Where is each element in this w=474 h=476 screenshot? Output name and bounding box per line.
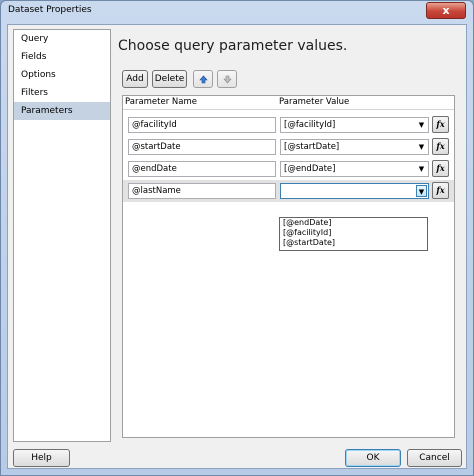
ok-button[interactable]: OK <box>345 449 401 467</box>
grid-header: Parameter Name Parameter Value <box>123 96 454 110</box>
dropdown-option[interactable]: [@startDate] <box>280 238 427 248</box>
chevron-down-icon[interactable]: ▼ <box>416 119 427 131</box>
parameter-name-field[interactable]: @facilityId <box>128 117 276 133</box>
parameter-name-field[interactable]: @lastName <box>128 183 276 199</box>
delete-button[interactable]: Delete <box>152 70 187 88</box>
arrow-up-icon <box>199 75 208 84</box>
table-row: @startDate [@startDate] ▼ fx <box>123 136 454 158</box>
table-row: @endDate [@endDate] ▼ fx <box>123 158 454 180</box>
table-row: @facilityId [@facilityId] ▼ fx <box>123 114 454 136</box>
move-down-button[interactable] <box>217 70 237 88</box>
window-title: Dataset Properties <box>8 5 92 15</box>
parameter-value-text: [@startDate] <box>284 142 340 152</box>
parameter-value-text: [@facilityId] <box>284 120 336 130</box>
dropdown-option[interactable]: [@facilityId] <box>280 228 427 238</box>
expression-button[interactable]: fx <box>432 182 449 199</box>
parameter-value-combo[interactable]: [@startDate] ▼ <box>280 139 429 155</box>
sidebar-item-fields[interactable]: Fields <box>14 48 110 66</box>
parameter-name-field[interactable]: @startDate <box>128 139 276 155</box>
chevron-down-icon[interactable]: ▼ <box>416 185 427 197</box>
sidebar-item-options[interactable]: Options <box>14 66 110 84</box>
column-header-name: Parameter Name <box>125 97 198 107</box>
expression-button[interactable]: fx <box>432 160 449 177</box>
parameter-name-field[interactable]: @endDate <box>128 161 276 177</box>
chevron-down-icon[interactable]: ▼ <box>416 163 427 175</box>
table-row-active: @lastName ▼ fx <box>123 180 454 202</box>
arrow-down-icon <box>223 75 232 84</box>
move-up-button[interactable] <box>193 70 213 88</box>
expression-button[interactable]: fx <box>432 138 449 155</box>
dialog-body: Query Fields Options Filters Parameters … <box>7 24 467 469</box>
parameter-value-text: [@endDate] <box>284 164 336 174</box>
sidebar-item-query[interactable]: Query <box>14 30 110 48</box>
add-button[interactable]: Add <box>122 70 148 88</box>
help-button[interactable]: Help <box>13 449 70 467</box>
column-header-value: Parameter Value <box>279 97 350 107</box>
chevron-down-icon[interactable]: ▼ <box>416 141 427 153</box>
sidebar: Query Fields Options Filters Parameters <box>13 29 111 442</box>
title-bar[interactable]: Dataset Properties x <box>1 1 473 23</box>
page-title: Choose query parameter values. <box>118 38 348 54</box>
close-button[interactable]: x <box>426 2 466 19</box>
sidebar-item-parameters[interactable]: Parameters <box>14 102 110 120</box>
sidebar-item-filters[interactable]: Filters <box>14 84 110 102</box>
parameter-value-combo[interactable]: [@facilityId] ▼ <box>280 117 429 133</box>
expression-button[interactable]: fx <box>432 116 449 133</box>
parameter-value-combo[interactable]: [@endDate] ▼ <box>280 161 429 177</box>
cancel-button[interactable]: Cancel <box>407 449 462 467</box>
dialog-window: Dataset Properties x Query Fields Option… <box>0 0 474 476</box>
parameters-grid: Parameter Name Parameter Value @facility… <box>122 95 455 438</box>
parameter-value-combo[interactable]: ▼ <box>280 183 429 199</box>
dropdown-option[interactable]: [@endDate] <box>280 218 427 228</box>
parameter-value-dropdown: [@endDate] [@facilityId] [@startDate] <box>279 217 428 251</box>
